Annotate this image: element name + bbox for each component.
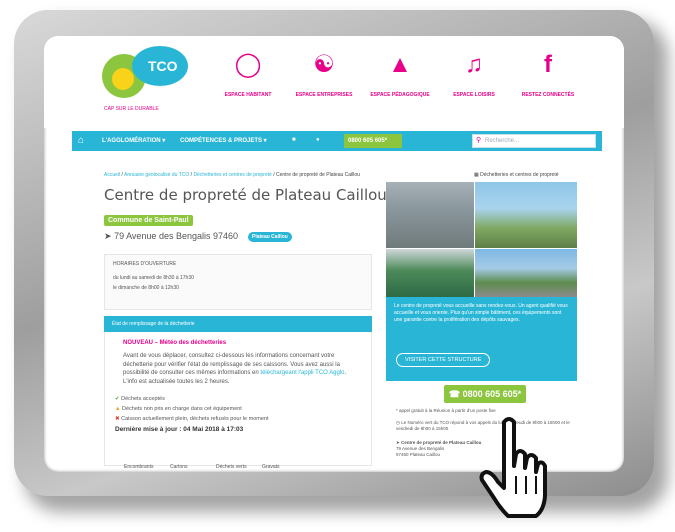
nav-label: ESPACE LOISIRS — [453, 92, 495, 98]
column-header: Cartons — [170, 464, 188, 470]
browser-viewport: TCO CAP SUR LE DURABLE ◯ ESPACE HABITANT… — [44, 36, 624, 472]
meteo-title: NOUVEAU – Météo des déchetteries — [123, 340, 227, 346]
category-link[interactable]: ▦ Déchetteries et centres de propreté — [474, 172, 559, 178]
location-arrow-icon: ➤ — [396, 440, 400, 445]
hours-heading: HORAIRES D'OUVERTURE — [113, 261, 177, 267]
breadcrumb-current: Centre de propreté de Plateau Caillou — [276, 172, 360, 178]
waste-columns: Encombrants Cartons Déchets verts Gravats — [124, 464, 308, 470]
check-icon: ✔ — [115, 396, 120, 403]
visit-structure-button[interactable]: VISITER CETTE STRUCTURE — [396, 353, 491, 367]
breadcrumb-home[interactable]: Accueil — [104, 172, 120, 178]
clock-icon: ◷ — [396, 420, 400, 425]
music-note-icon: ♫ — [465, 51, 483, 78]
info-text: Le centre de propreté vous accueille san… — [394, 303, 568, 323]
breadcrumb-decheteries[interactable]: Déchetteries et centres de propreté — [193, 172, 271, 178]
cross-icon: ✖ — [115, 416, 120, 423]
site-photo[interactable] — [386, 182, 474, 248]
address-title-text: Centre de propreté de Plateau Caillou — [401, 440, 482, 445]
search-placeholder: Recherche... — [485, 138, 520, 144]
opening-hours: HORAIRES D'OUVERTURE du lundi au samedi … — [104, 254, 372, 310]
page-title: Centre de propreté de Plateau Caillou — [104, 186, 387, 204]
phone-button[interactable]: ☎ 0800 605 605* — [444, 385, 526, 403]
location-arrow-icon: ➤ — [104, 231, 112, 241]
location-pin-icon[interactable]: ● — [316, 137, 320, 143]
meteo-description: Avant de vous déplacer, consultez ci-des… — [123, 352, 361, 386]
nav-espace-habitant[interactable]: ◯ ESPACE HABITANT — [208, 50, 288, 98]
handshake-icon: ☯ — [313, 51, 335, 78]
phone-icon: ☎ — [448, 389, 461, 399]
column-header: Encombrants — [124, 464, 154, 470]
search-icon: ⚲ — [476, 137, 482, 144]
facebook-icon: f — [544, 51, 552, 78]
nav-espace-entreprises[interactable]: ☯ ESPACE ENTREPRISES — [284, 50, 364, 98]
menu-phone[interactable]: 0800 605 605* — [344, 134, 402, 148]
menu-agglomeration[interactable]: L'AGGLOMÉRATION ▾ — [102, 137, 165, 144]
address-text: 79 Avenue des Bengalis 97460 — [114, 231, 239, 241]
site-photo[interactable] — [475, 182, 577, 248]
nav-label: ESPACE HABITANT — [224, 92, 272, 98]
commune-badge[interactable]: Commune de Saint-Paul — [104, 215, 193, 226]
column-header: Déchets verts — [216, 464, 247, 470]
nav-label: ESPACE ENTREPRISES — [295, 92, 353, 98]
phone-number: 0800 605 605* — [462, 389, 522, 399]
app-download-link[interactable]: téléchargeant l'appli TCO Agglo — [260, 370, 344, 376]
logo-tagline: CAP SUR LE DURABLE — [104, 106, 159, 112]
legend-text: Déchets acceptés — [121, 396, 165, 403]
logo-text: TCO — [148, 58, 178, 74]
warning-icon: ▲ — [115, 406, 121, 413]
pointer-hand-icon — [479, 417, 547, 518]
breadcrumb-annuaire[interactable]: Annuaire géolocalisé du TCO — [124, 172, 189, 178]
nav-restez-connectes[interactable]: f RESTEZ CONNECTÉS — [508, 50, 588, 98]
fill-status-header[interactable]: État de remplissage de la déchetterie — [104, 316, 372, 332]
column-header: Gravats — [262, 464, 280, 470]
menu-competences-projets[interactable]: COMPÉTENCES & PROJETS ▾ — [180, 137, 267, 144]
info-panel: Le centre de propreté vous accueille san… — [386, 297, 577, 381]
legend-text: Caisson actuellement plein, déchets refu… — [121, 416, 269, 423]
nav-espace-loisirs[interactable]: ♫ ESPACE LOISIRS — [434, 50, 514, 98]
main-menu-bar: ⌂ L'AGGLOMÉRATION ▾ COMPÉTENCES & PROJET… — [72, 131, 602, 151]
last-update: Dernière mise à jour : 04 Mai 2018 à 17:… — [115, 426, 244, 434]
graduation-cap-icon: ▲ — [388, 51, 412, 78]
legend-not-handled: ▲ Déchets non pris en charge dans cet éq… — [115, 406, 361, 412]
site-photo[interactable] — [475, 249, 577, 297]
category-link-label: Déchetteries et centres de propreté — [480, 172, 559, 178]
nav-label: RESTEZ CONNECTÉS — [521, 92, 575, 98]
hours-line: du lundi au samedi de 8h30 à 17h30 — [113, 275, 194, 281]
legend-accepted: ✔ Déchets acceptés — [115, 396, 361, 402]
camera-icon[interactable]: ■ — [292, 137, 296, 143]
home-icon[interactable]: ⌂ — [78, 135, 84, 146]
search-input[interactable]: ⚲ Recherche... — [472, 134, 596, 148]
tco-logo[interactable]: TCO — [102, 46, 188, 98]
address: ➤ 79 Avenue des Bengalis 97460 — [104, 231, 238, 242]
device-frame: TCO CAP SUR LE DURABLE ◯ ESPACE HABITANT… — [14, 10, 654, 496]
site-header: TCO CAP SUR LE DURABLE ◯ ESPACE HABITANT… — [44, 36, 624, 128]
legend-text: Déchets non pris en charge dans cet équi… — [121, 406, 242, 413]
user-circle-icon: ◯ — [234, 51, 262, 78]
logo-sun — [112, 68, 134, 90]
area-chip[interactable]: Plateau Caillou — [248, 232, 292, 242]
legend-full: ✖ Caisson actuellement plein, déchets re… — [115, 416, 361, 422]
fill-status-panel: NOUVEAU – Météo des déchetteries Avant d… — [104, 332, 372, 466]
site-photo[interactable] — [386, 249, 474, 297]
nav-espace-pedagogique[interactable]: ▲ ESPACE PÉDAGOGIQUE — [360, 50, 440, 98]
breadcrumb: Accueil / Annuaire géolocalisé du TCO / … — [104, 172, 360, 178]
hours-line: le dimanche de 8h00 à 12h30 — [113, 285, 179, 291]
nav-label: ESPACE PÉDAGOGIQUE — [370, 92, 430, 98]
